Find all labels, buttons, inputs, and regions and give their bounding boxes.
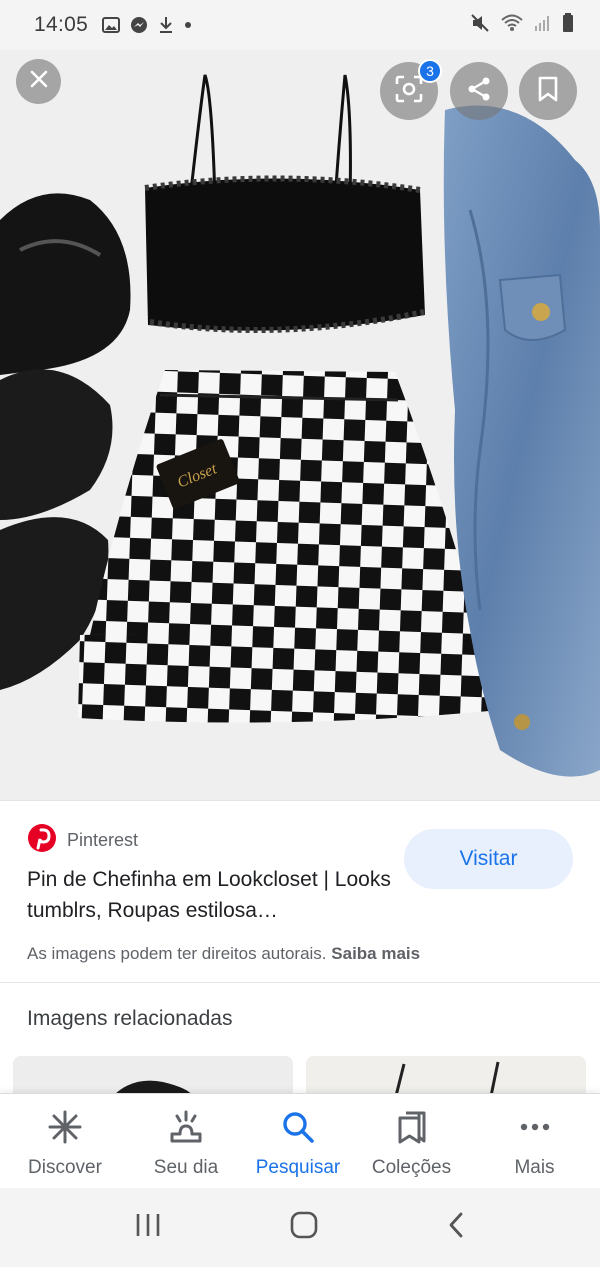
result-info: Pinterest Pin de Chefinha em Lookcloset … [0,800,600,982]
hero-image[interactable]: Closet 3 [0,50,600,800]
copyright-text: As imagens podem ter direitos autorais. [27,944,327,963]
source-row[interactable]: Pinterest [27,823,138,858]
bottom-navigation: Discover Seu dia Pesquisar Coleções Mais [0,1093,600,1188]
bookmark-button[interactable] [519,62,577,120]
back-icon[interactable] [446,1211,466,1244]
copyright-notice: As imagens podem ter direitos autorais. … [27,944,420,964]
nav-colecoes[interactable]: Coleções [354,1094,469,1188]
outfit-photo: Closet [0,50,600,800]
section-divider [0,982,600,983]
search-icon [281,1110,315,1149]
signal-icon [534,14,552,37]
collections-icon [395,1110,429,1149]
related-thumb[interactable] [306,1056,586,1096]
close-button[interactable] [16,59,61,104]
more-icon [518,1110,552,1149]
image-icon [102,17,121,33]
nav-mais-label: Mais [514,1157,555,1178]
nav-pesquisar[interactable]: Pesquisar [242,1094,354,1188]
status-bar: 14:05 [0,0,600,50]
system-navigation-bar [0,1188,600,1267]
mute-icon [470,13,490,38]
result-title[interactable]: Pin de Chefinha em Lookcloset | Looks tu… [27,864,397,926]
nav-pesquisar-label: Pesquisar [255,1157,341,1178]
related-thumb[interactable] [13,1056,293,1096]
lens-icon [394,74,424,109]
related-heading: Imagens relacionadas [27,1007,233,1030]
bookmark-icon [537,76,559,107]
sunrise-icon [169,1110,203,1149]
nav-mais[interactable]: Mais [469,1094,600,1188]
dot-icon [184,21,192,29]
share-button[interactable] [450,62,508,120]
battery-icon [562,12,574,38]
home-icon[interactable] [289,1210,319,1245]
learn-more-link[interactable]: Saiba mais [331,944,420,963]
nav-seu-dia[interactable]: Seu dia [130,1094,242,1188]
asterisk-icon [48,1110,82,1149]
close-icon [29,69,49,94]
source-name: Pinterest [67,830,139,850]
pinterest-logo-icon [27,823,57,858]
status-time: 14:05 [34,13,89,36]
nav-colecoes-label: Coleções [371,1157,452,1178]
lens-count-badge: 3 [418,59,442,83]
nav-seu-dia-label: Seu dia [153,1157,219,1178]
wifi-icon [500,13,524,38]
share-icon [465,75,493,108]
recents-icon[interactable] [134,1212,162,1243]
messenger-icon [130,16,148,34]
nav-discover[interactable]: Discover [0,1094,130,1188]
visit-button[interactable]: Visitar [404,829,573,889]
download-icon [158,16,174,34]
nav-discover-label: Discover [28,1157,102,1178]
